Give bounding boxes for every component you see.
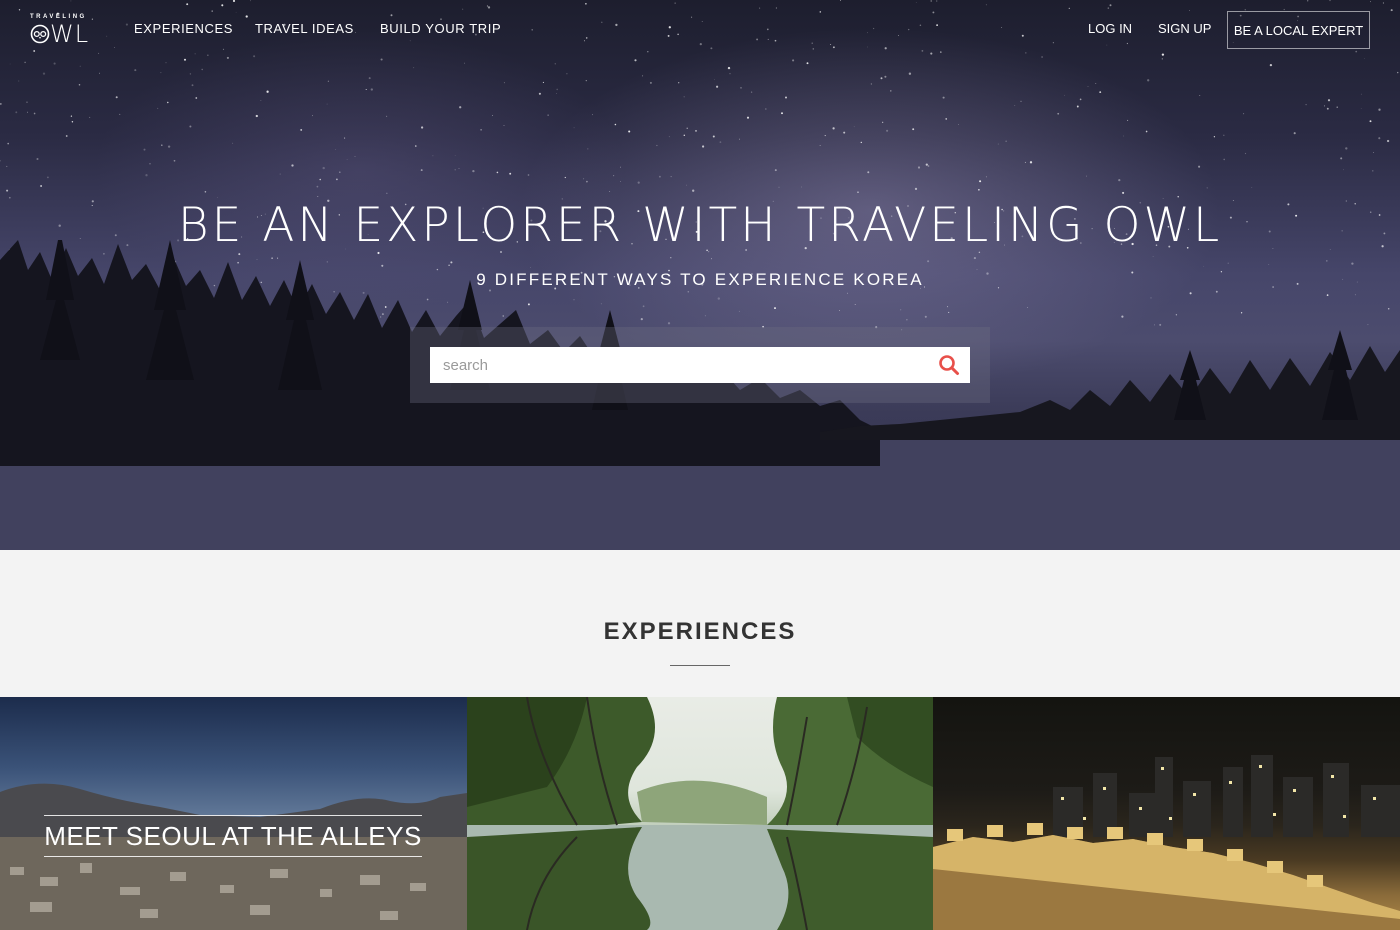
signup-link[interactable]: SIGN UP: [1158, 21, 1211, 36]
hero-title: BE AN EXPLORER WITH TRAVELING OWL: [177, 198, 1223, 253]
nav-experiences-link[interactable]: EXPERIENCES: [134, 21, 233, 36]
search-icon[interactable]: [938, 354, 960, 376]
hero-subtitle: 9 DIFFERENT WAYS TO EXPERIENCE KOREA: [476, 270, 924, 289]
heading-divider: [670, 665, 730, 666]
experience-tile-seoul-alleys[interactable]: MEET SEOUL AT THE ALLEYS: [0, 697, 467, 930]
search-input[interactable]: [430, 347, 930, 383]
nav-travel-ideas-link[interactable]: TRAVEL IDEAS: [255, 21, 354, 36]
top-navigation: TRAVELING WL EXPERIENCES TRAVEL IDEAS BU…: [0, 0, 1400, 60]
traveling-owl-logo[interactable]: TRAVELING WL: [30, 14, 96, 48]
be-a-local-expert-button[interactable]: BE A LOCAL EXPERT: [1227, 11, 1370, 49]
tile-label: MEET SEOUL AT THE ALLEYS: [44, 815, 422, 857]
seoul-cityscape-image: [0, 783, 467, 930]
experience-tile-night-fortress[interactable]: [933, 697, 1400, 930]
login-link[interactable]: LOG IN: [1088, 21, 1132, 36]
night-fortress-image: [933, 755, 1400, 930]
lake-trees-image: [467, 697, 933, 930]
experience-tile-lake-trees[interactable]: [467, 697, 933, 930]
logo-wordmark: WL: [50, 20, 90, 48]
search-panel: [410, 327, 990, 403]
experiences-heading: EXPERIENCES: [603, 618, 797, 645]
owl-icon: [30, 24, 50, 44]
search-bar: [430, 347, 970, 383]
nav-build-your-trip-link[interactable]: BUILD YOUR TRIP: [380, 21, 501, 36]
